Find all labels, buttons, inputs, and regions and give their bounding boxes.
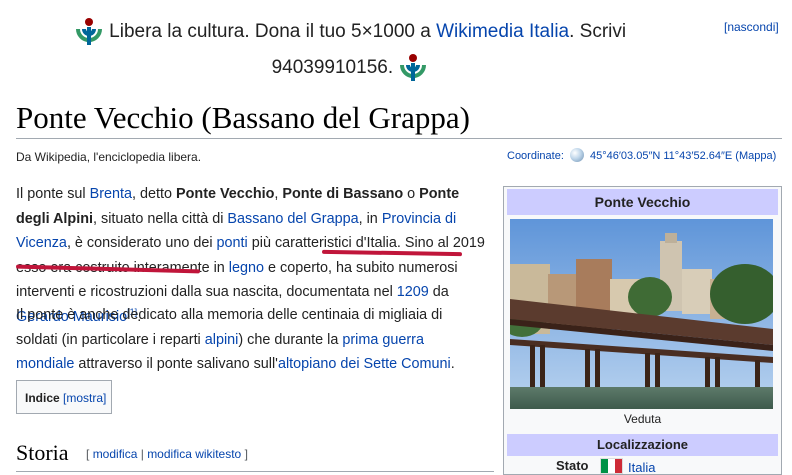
donation-banner: Libera la cultura. Dona il tuo 5×1000 a … (0, 14, 700, 86)
wikimedia-logo-icon (398, 53, 428, 83)
table-of-contents: Indice [mostra] (16, 380, 112, 414)
section-heading-storia: Storia (16, 440, 69, 465)
wikimedia-logo-icon (74, 17, 104, 47)
banner-text: Libera la cultura. Dona il tuo 5×1000 a (109, 21, 437, 42)
link-brenta[interactable]: Brenta (90, 186, 132, 202)
bold-ponte-di-bassano: Ponte di Bassano (282, 186, 404, 202)
infobox-state-label: Stato (556, 458, 589, 473)
edit-section-link[interactable]: modifica (93, 447, 138, 461)
memorial-paragraph: Il ponte è anche dedicato alla memoria d… (16, 307, 455, 372)
bridge-photo[interactable] (510, 219, 773, 409)
tagline: Da Wikipedia, l'enciclopedia libera. (16, 150, 202, 164)
italy-flag-icon (600, 458, 623, 474)
bold-ponte-vecchio: Ponte Vecchio (176, 186, 275, 202)
link-ponti[interactable]: ponti (217, 235, 248, 251)
infobox-caption: Veduta (623, 412, 662, 426)
link-altopiano-sette-comuni[interactable]: altopiano dei Sette Comuni (278, 356, 451, 372)
link-alpini[interactable]: alpini (205, 332, 239, 348)
globe-icon[interactable] (569, 148, 584, 162)
infobox-section-header: Localizzazione (507, 434, 778, 456)
map-link[interactable]: (Mappa) (735, 150, 776, 162)
edit-source-link[interactable]: modifica wikitesto (147, 447, 241, 461)
link-1209[interactable]: 1209 (397, 284, 429, 300)
toc-title: Indice (25, 391, 60, 405)
infobox-title: Ponte Vecchio (507, 189, 778, 215)
coordinates: Coordinate: 45°46′03.05″N 11°43′52.64″E … (507, 148, 776, 162)
page-title: Ponte Vecchio (Bassano del Grappa) (16, 100, 470, 135)
banner-text-end: . Scrivi (569, 21, 627, 42)
section-edit-links: [ modifica | modifica wikitesto ] (86, 447, 248, 461)
banner-link-wikimedia-italia[interactable]: Wikimedia Italia (436, 21, 569, 42)
infobox-state-value: Italia (600, 458, 655, 475)
link-legno[interactable]: legno (229, 260, 264, 276)
title-divider (16, 138, 782, 139)
banner-tax-code: 94039910156. (271, 57, 394, 78)
link-bassano-del-grappa[interactable]: Bassano del Grappa (227, 211, 358, 227)
coordinates-label: Coordinate: (507, 150, 564, 162)
hide-banner-link[interactable]: [nascondi] (724, 20, 779, 34)
link-italia[interactable]: Italia (628, 460, 655, 475)
coordinates-link[interactable]: 45°46′03.05″N 11°43′52.64″E (590, 150, 732, 162)
toc-toggle[interactable]: [mostra] (63, 391, 106, 405)
section-divider (16, 471, 494, 472)
